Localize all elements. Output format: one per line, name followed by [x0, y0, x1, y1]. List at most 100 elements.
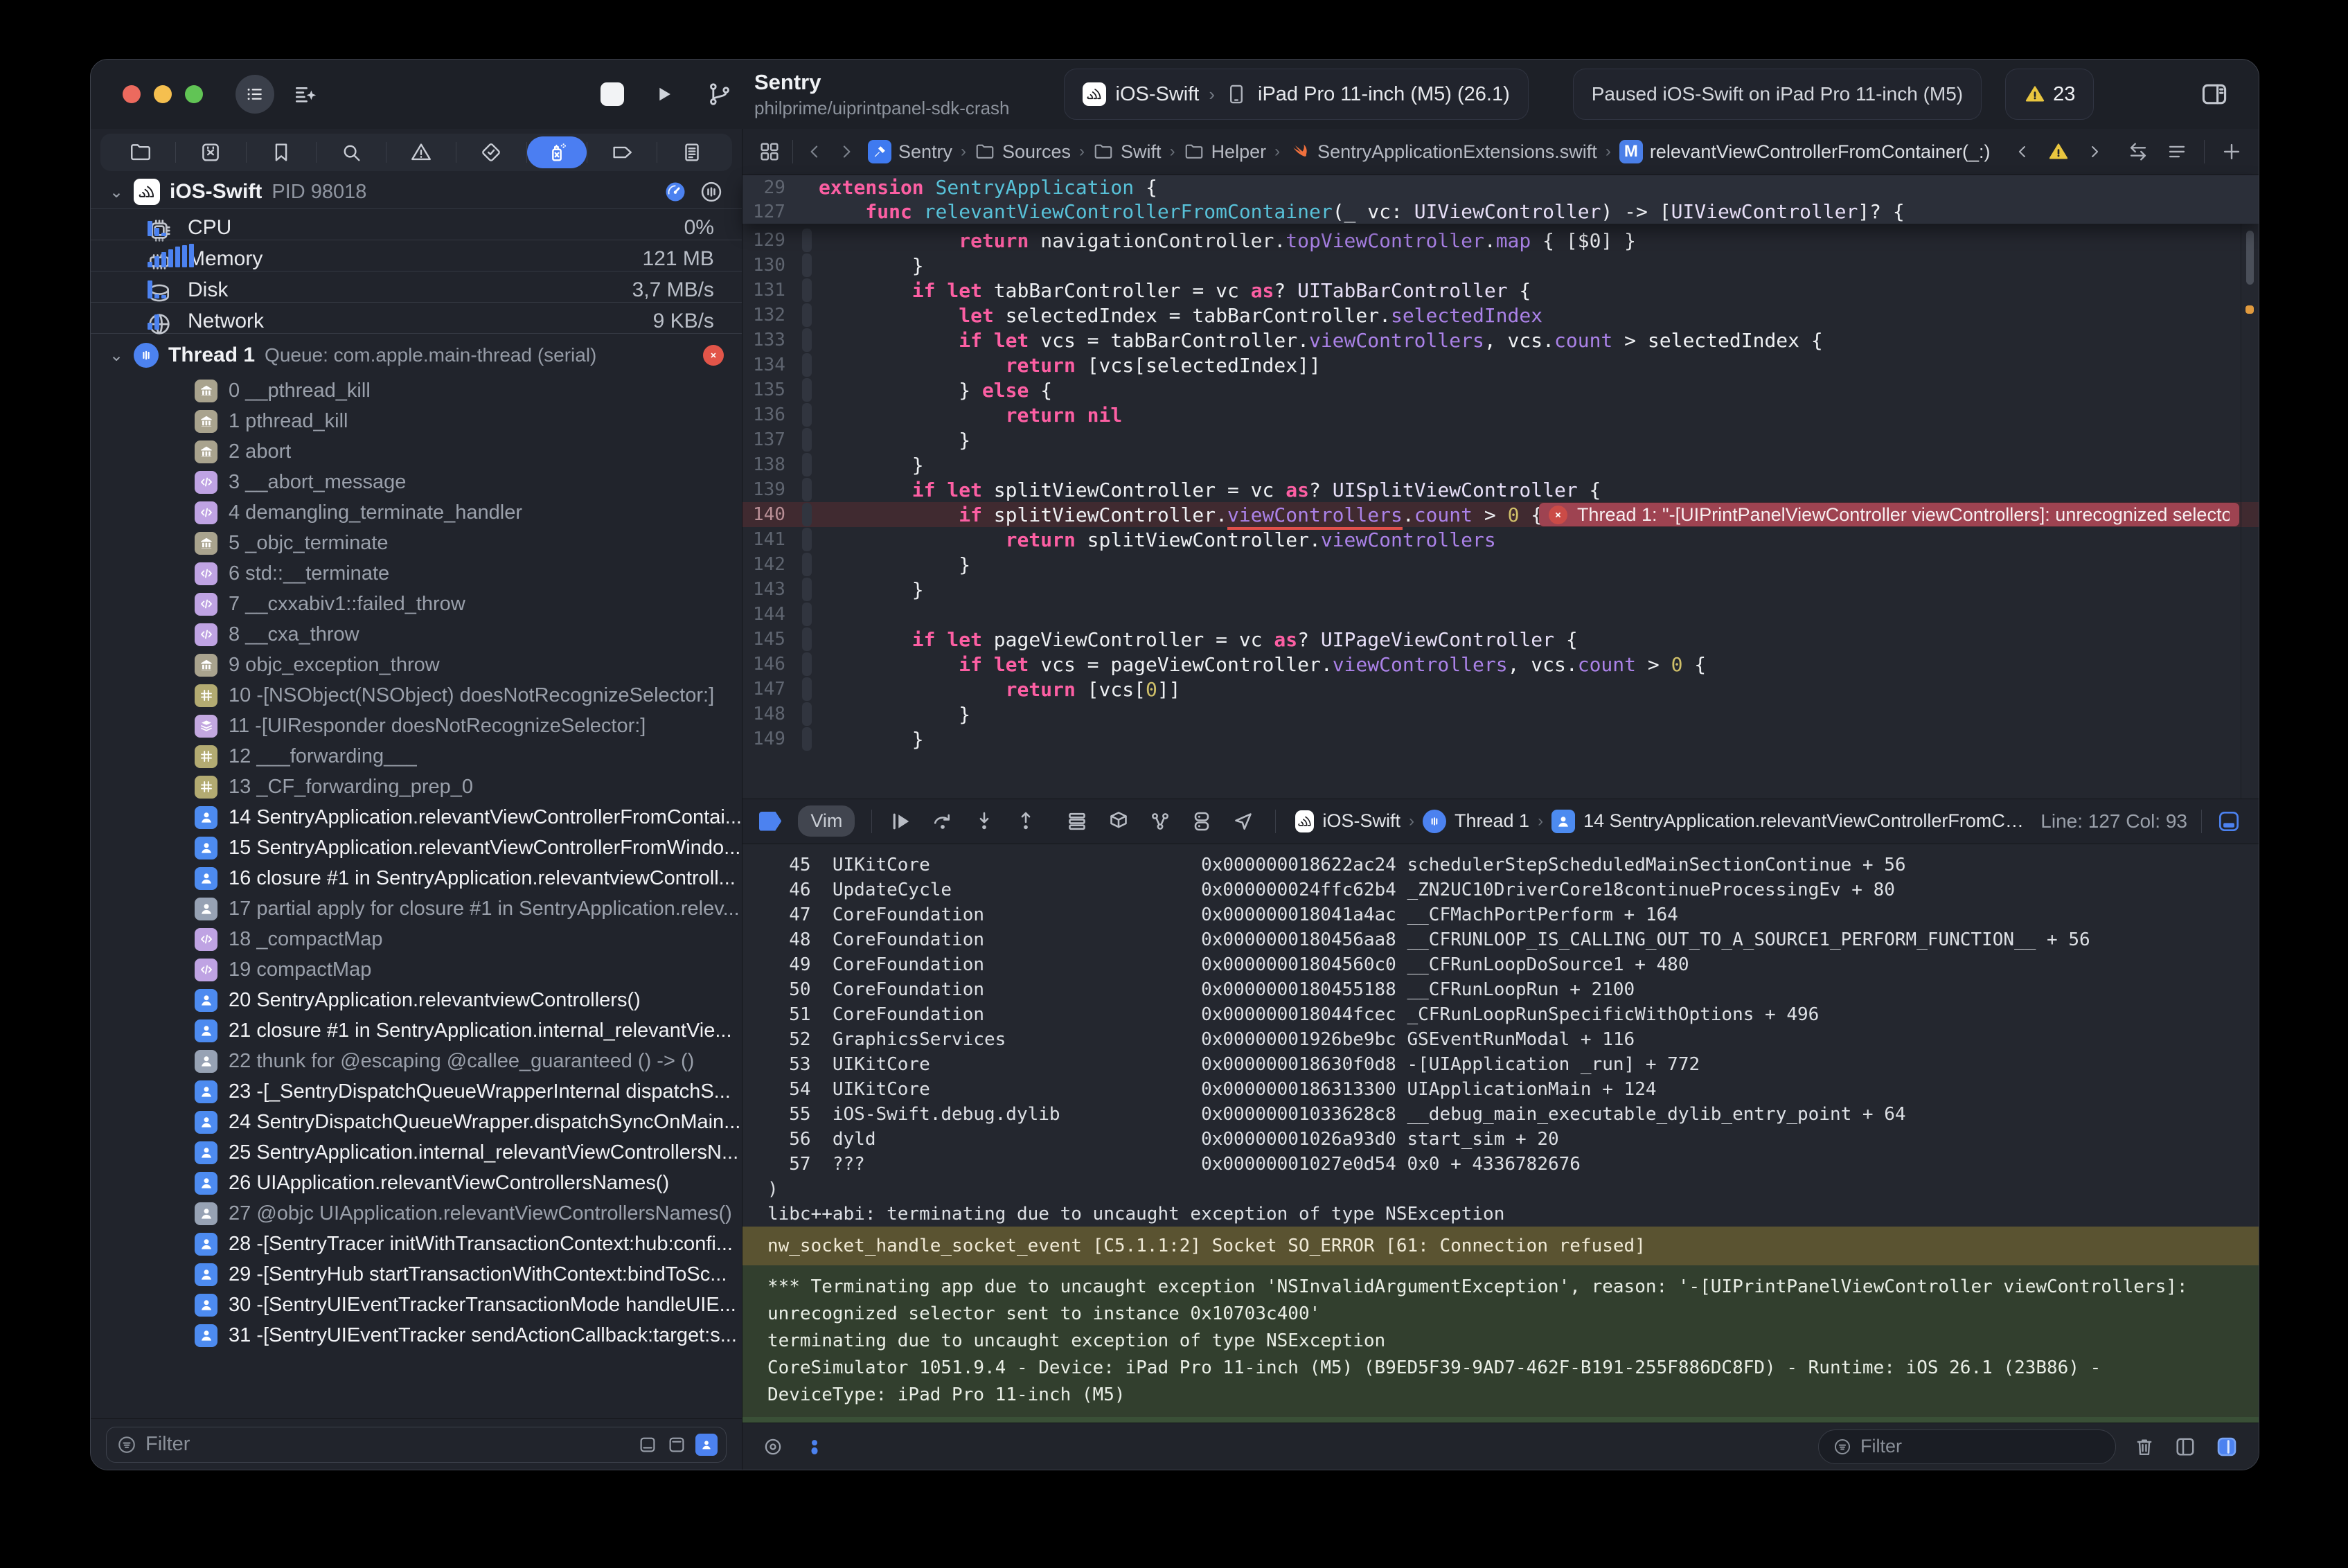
- code-line-142[interactable]: 142 }: [742, 552, 2259, 577]
- stack-frame-row[interactable]: 15 SentryApplication.relevantViewControl…: [91, 832, 742, 863]
- memory-graph-button[interactable]: [1148, 809, 1173, 834]
- breadcrumb-item[interactable]: MrelevantViewControllerFromContainer(_:): [1619, 140, 1991, 163]
- stack-frame-row[interactable]: 10 -[NSObject(NSObject) doesNotRecognize…: [91, 680, 742, 711]
- scheme-name[interactable]: iOS-Swift: [1116, 83, 1200, 106]
- gauge-filled-icon[interactable]: [663, 179, 688, 204]
- step-into-button[interactable]: [972, 809, 997, 834]
- stack-frame-row[interactable]: 1 pthread_kill: [91, 406, 742, 436]
- stack-frame-row[interactable]: 24 SentryDispatchQueueWrapper.dispatchSy…: [91, 1107, 742, 1137]
- environment-overrides-button[interactable]: [1189, 809, 1214, 834]
- stack-frame-row[interactable]: 26 UIApplication.relevantViewControllers…: [91, 1168, 742, 1198]
- step-over-button[interactable]: [930, 809, 955, 834]
- gauge-row-disk[interactable]: Disk3,7 MB/s: [91, 271, 742, 302]
- code-line-138[interactable]: 138 }: [742, 452, 2259, 477]
- debug-thread-crumb[interactable]: Thread 1: [1455, 810, 1529, 832]
- source-editor[interactable]: 129 return navigationController.topViewC…: [742, 224, 2259, 799]
- code-line-131[interactable]: 131 if let tabBarController = vc as? UIT…: [742, 278, 2259, 303]
- error-annotation[interactable]: Thread 1: "-[UIPrintPanelViewController …: [1539, 503, 2239, 526]
- editor-scrollbar[interactable]: [2241, 224, 2259, 799]
- console-process-icon[interactable]: [803, 1436, 826, 1458]
- disclosure-chevron-icon[interactable]: ⌄: [109, 182, 124, 202]
- close-button[interactable]: [123, 85, 141, 103]
- intelligence-button[interactable]: [292, 81, 319, 107]
- destination-name[interactable]: iPad Pro 11-inch (M5) (26.1): [1258, 83, 1510, 106]
- navigator-tab-report[interactable]: [657, 136, 727, 168]
- project-title[interactable]: Sentry philprime/uiprintpanel-sdk-crash: [754, 70, 1010, 119]
- code-line-147[interactable]: 147 return [vcs[0]]: [742, 677, 2259, 702]
- thread-row[interactable]: ⌄ Thread 1 Queue: com.apple.main-thread …: [91, 338, 742, 373]
- code-line-29[interactable]: 29extension SentryApplication {: [742, 175, 2259, 199]
- step-out-button[interactable]: [1013, 809, 1038, 834]
- stack-frame-row[interactable]: 17 partial apply for closure #1 in Sentr…: [91, 893, 742, 924]
- stack-frame-row[interactable]: 29 -[SentryHub startTransactionWithConte…: [91, 1259, 742, 1290]
- stack-frame-row[interactable]: 9 objc_exception_throw: [91, 650, 742, 680]
- navigator-tab-diamond-check[interactable]: [456, 136, 526, 168]
- stack-frame-row[interactable]: 8 __cxa_throw: [91, 619, 742, 650]
- code-line-129[interactable]: 129 return navigationController.topViewC…: [742, 228, 2259, 253]
- breadcrumb-item[interactable]: Sentry: [868, 140, 952, 163]
- stack-frame-row[interactable]: 13 _CF_forwarding_prep_0: [91, 772, 742, 802]
- stack-frame-row[interactable]: 20 SentryApplication.relevantviewControl…: [91, 985, 742, 1015]
- scheme-selector[interactable]: iOS-Swift › iPad Pro 11-inch (M5) (26.1): [1064, 69, 1529, 120]
- gauge-row-memory[interactable]: Memory121 MB: [91, 240, 742, 271]
- console-filter-field[interactable]: Filter: [1818, 1429, 2116, 1464]
- code-line-148[interactable]: 148 }: [742, 702, 2259, 727]
- stack-frame-row[interactable]: 19 compactMap: [91, 954, 742, 985]
- continue-button[interactable]: [889, 809, 914, 834]
- add-editor-button[interactable]: [2220, 140, 2243, 163]
- minimize-button[interactable]: [154, 85, 172, 103]
- breadcrumb-item[interactable]: Sources: [975, 141, 1071, 163]
- breadcrumb-item[interactable]: Helper: [1184, 141, 1267, 163]
- editor-grid-icon[interactable]: [758, 140, 781, 163]
- stack-frame-row[interactable]: 16 closure #1 in SentryApplication.relev…: [91, 863, 742, 893]
- breadcrumb-item[interactable]: SentryApplicationExtensions.swift: [1288, 141, 1597, 163]
- code-line-133[interactable]: 133 if let vcs = tabBarController.viewCo…: [742, 328, 2259, 353]
- stack-frame-row[interactable]: 30 -[SentryUIEventTrackerTransactionMode…: [91, 1290, 742, 1320]
- gauge-outline-icon[interactable]: [699, 179, 724, 204]
- process-row[interactable]: ⌄ iOS-Swift PID 98018: [91, 175, 742, 208]
- navigator-list-button[interactable]: [235, 75, 274, 114]
- navigator-tab-folder[interactable]: [106, 136, 175, 168]
- navigator-tab-grid-x[interactable]: [176, 136, 245, 168]
- stack-frame-row[interactable]: 4 demangling_terminate_handler: [91, 497, 742, 528]
- stack-frame-row[interactable]: 11 -[UIResponder doesNotRecognizeSelecto…: [91, 711, 742, 741]
- stack-frame-row[interactable]: 22 thunk for @escaping @callee_guarantee…: [91, 1046, 742, 1076]
- user-frames-toggle[interactable]: [695, 1434, 718, 1456]
- code-line-137[interactable]: 137 }: [742, 427, 2259, 452]
- debug-frame-crumb[interactable]: 14 SentryApplication.relevantViewControl…: [1583, 810, 2024, 832]
- stack-frame-row[interactable]: 27 @objc UIApplication.relevantViewContr…: [91, 1198, 742, 1229]
- stack-frame-row[interactable]: 21 closure #1 in SentryApplication.inter…: [91, 1015, 742, 1046]
- stack-frame-row[interactable]: 31 -[SentryUIEventTracker sendActionCall…: [91, 1320, 742, 1351]
- code-line-127[interactable]: 127 func relevantViewControllerFromConta…: [742, 199, 2259, 224]
- stack-frame-row[interactable]: 3 __abort_message: [91, 467, 742, 497]
- stack-frame-row[interactable]: 18 _compactMap: [91, 924, 742, 954]
- scrollbar-thumb[interactable]: [2246, 231, 2254, 285]
- next-issue-button[interactable]: [2085, 142, 2104, 161]
- code-line-149[interactable]: 149 }: [742, 727, 2259, 751]
- clear-console-button[interactable]: [2133, 1435, 2156, 1459]
- code-line-144[interactable]: 144: [742, 602, 2259, 627]
- stack-frame-row[interactable]: 12 ___forwarding___: [91, 741, 742, 772]
- code-line-134[interactable]: 134 return [vcs[selectedIndex]]: [742, 353, 2259, 377]
- view-hierarchy-button[interactable]: [1065, 809, 1089, 834]
- code-line-140[interactable]: 140 if splitViewController.viewControlle…: [742, 502, 2259, 527]
- stack-frame-row[interactable]: 0 __pthread_kill: [91, 375, 742, 406]
- frames-toggle-icon[interactable]: [666, 1434, 687, 1455]
- stack-frame-row[interactable]: 6 std::__terminate: [91, 558, 742, 589]
- debug-console[interactable]: 45 UIKitCore 0x000000018622ac24 schedule…: [742, 844, 2259, 1423]
- prev-issue-button[interactable]: [2013, 142, 2032, 161]
- debug-area-toggle[interactable]: [2216, 808, 2242, 835]
- code-line-145[interactable]: 145 if let pageViewController = vc as? U…: [742, 627, 2259, 652]
- breakpoints-toggle[interactable]: [759, 812, 781, 831]
- forward-button[interactable]: [836, 141, 857, 162]
- stack-frame-row[interactable]: 2 abort: [91, 436, 742, 467]
- debug-view-3d-button[interactable]: [1106, 809, 1131, 834]
- console-view-toggle[interactable]: [2214, 1434, 2239, 1459]
- stack-frame-row[interactable]: 5 _objc_terminate: [91, 528, 742, 558]
- issues-badge[interactable]: 23: [2005, 69, 2094, 120]
- lldb-prompt[interactable]: (lldb): [742, 1417, 2259, 1423]
- stop-button[interactable]: [601, 82, 624, 106]
- vim-mode-badge[interactable]: Vim: [798, 805, 855, 837]
- variables-view-toggle[interactable]: [2173, 1434, 2198, 1459]
- related-items-icon[interactable]: [2126, 140, 2150, 163]
